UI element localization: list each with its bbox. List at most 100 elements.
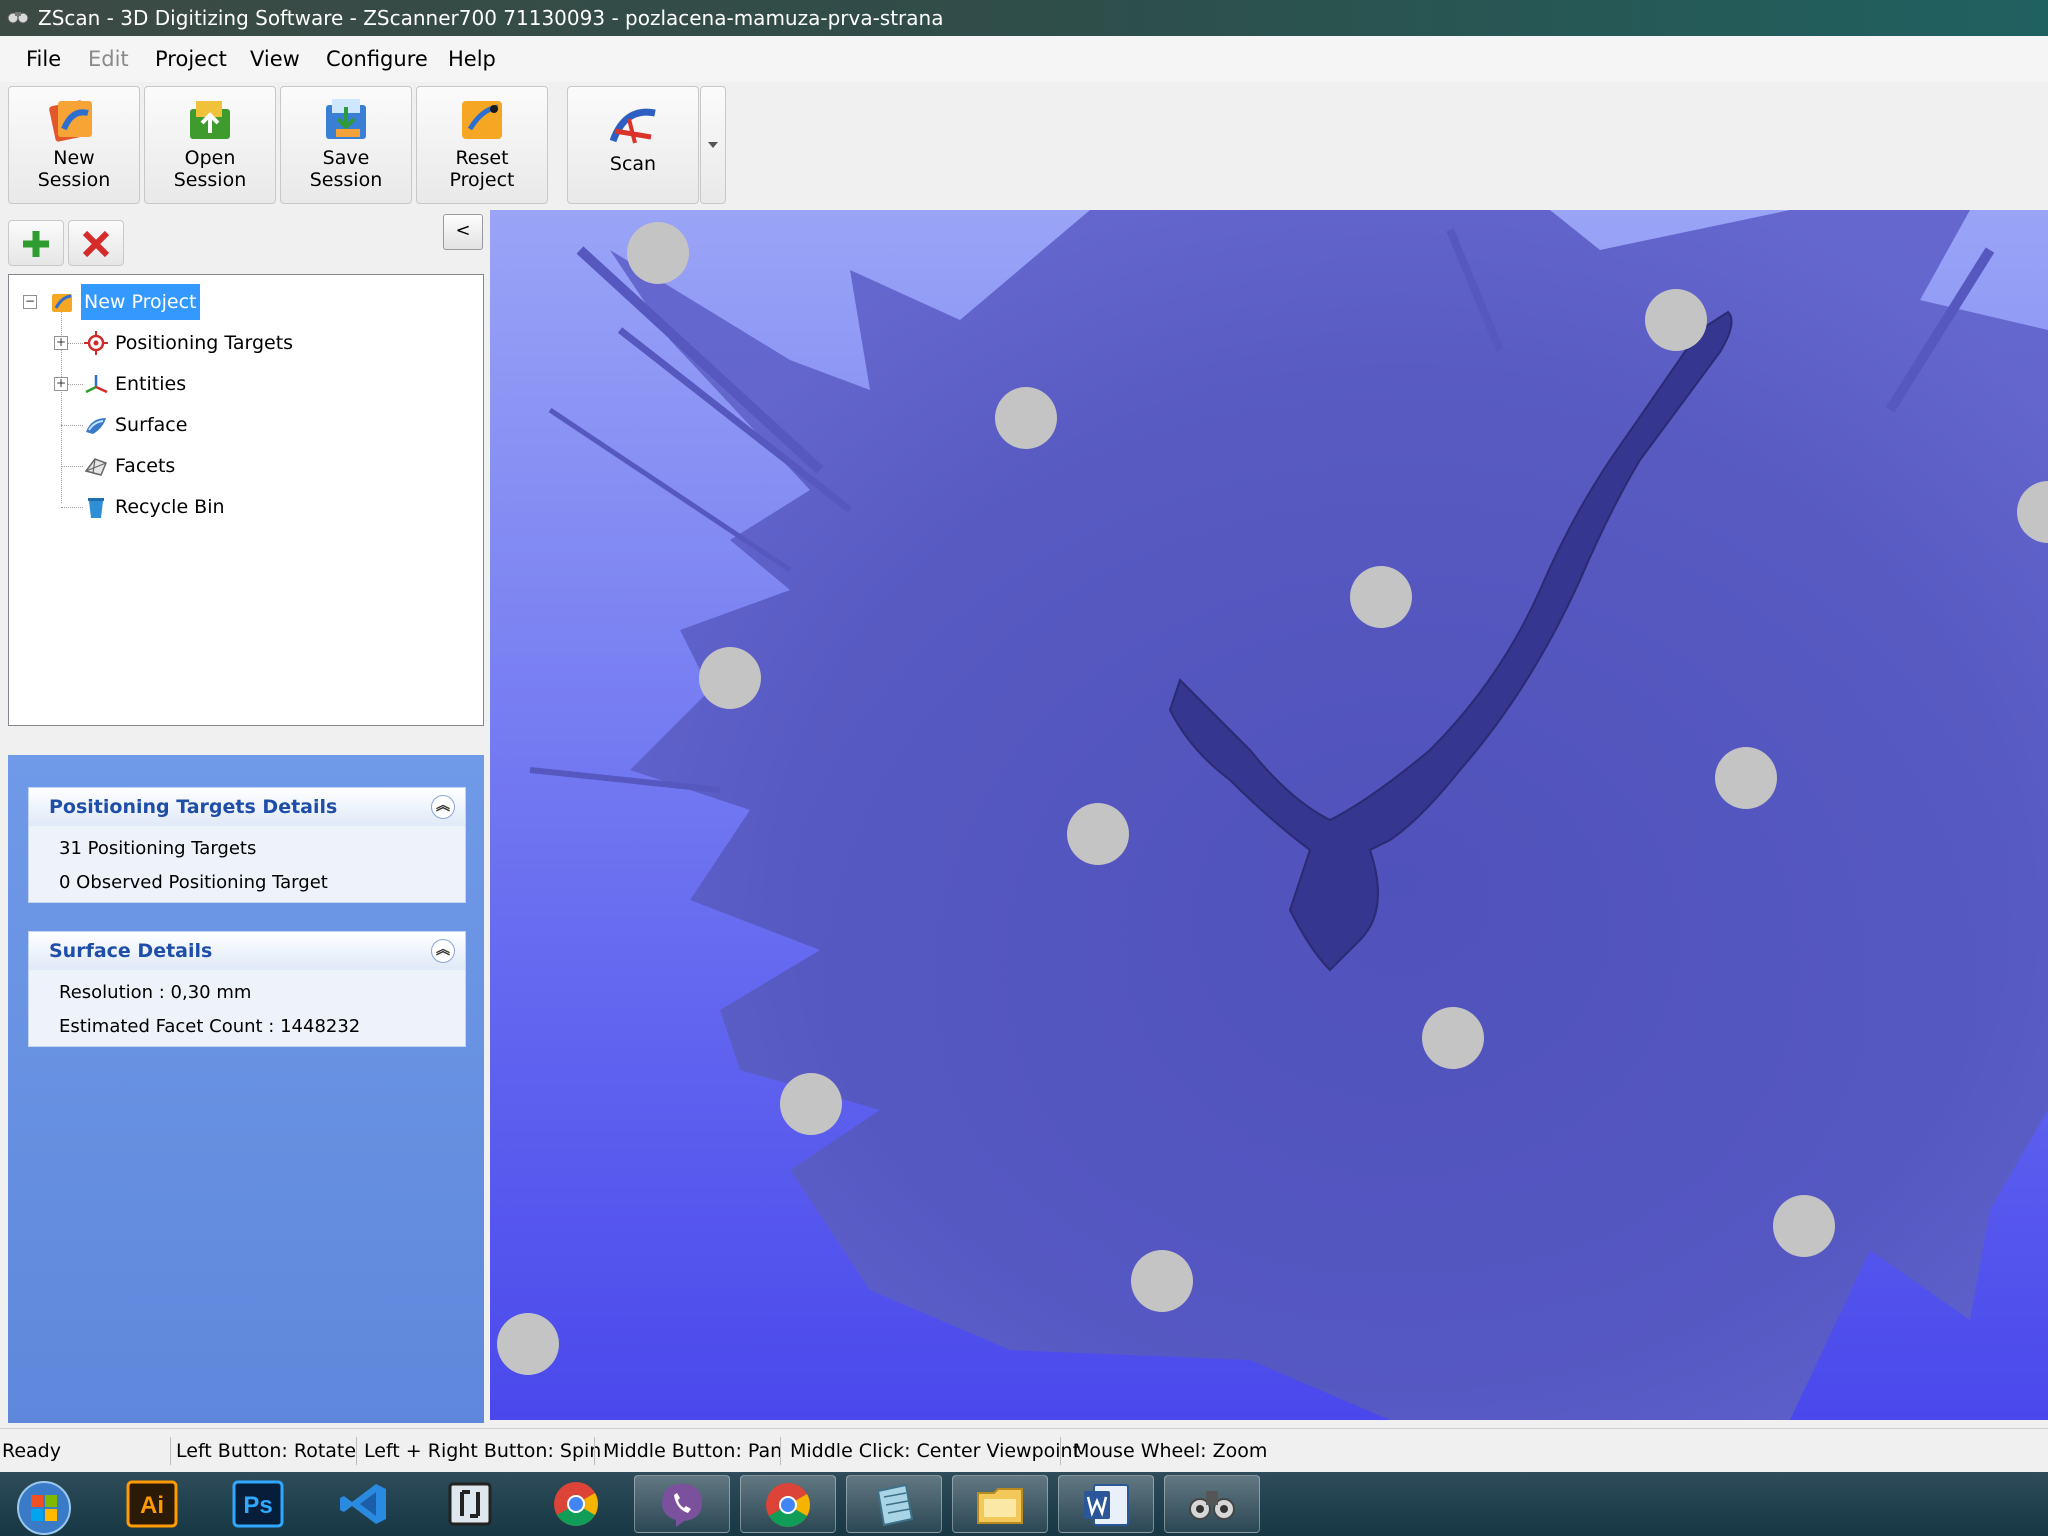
- estimated-facet-count: Estimated Facet Count : 1448232: [59, 1016, 361, 1037]
- menu-project[interactable]: Project: [155, 36, 227, 82]
- chevron-down-icon: [708, 142, 718, 148]
- expand-toggle-icon[interactable]: +: [54, 377, 68, 391]
- open-session-icon: [190, 101, 230, 139]
- axes-icon: [85, 375, 108, 394]
- title-bar: ZScan - 3D Digitizing Software - ZScanne…: [0, 0, 2048, 36]
- start-button[interactable]: [4, 1475, 84, 1535]
- positioning-details-header[interactable]: Positioning Targets Details ︽: [29, 788, 465, 826]
- tree-label-entities: Entities: [115, 373, 187, 395]
- positioning-target-dot: [1422, 1007, 1484, 1069]
- plus-icon: [23, 231, 49, 257]
- project-tree: − New Project + Positioning Targets + En…: [8, 274, 484, 726]
- surface-icon: [86, 418, 106, 434]
- positioning-target-dot: [699, 647, 761, 709]
- save-session-icon: [326, 99, 366, 139]
- tree-item-new-project[interactable]: − New Project: [9, 284, 479, 320]
- svg-text:Ai: Ai: [140, 1492, 164, 1519]
- facets-mesh-icon: [84, 458, 107, 476]
- notes-taskbar-button[interactable]: [846, 1475, 942, 1533]
- photoshop-taskbar-button[interactable]: Ps: [210, 1475, 306, 1533]
- zscan-taskbar-button[interactable]: [1164, 1475, 1260, 1533]
- project-icon: [52, 294, 72, 312]
- reset-project-button[interactable]: Reset Project: [416, 86, 548, 204]
- positioning-targets-count: 31 Positioning Targets: [59, 838, 257, 859]
- menu-help[interactable]: Help: [448, 36, 496, 82]
- scan-icon: [609, 108, 656, 144]
- notepad-icon: [876, 1483, 914, 1527]
- window-title: ZScan - 3D Digitizing Software - ZScanne…: [38, 6, 944, 30]
- bracket-app-icon: [448, 1482, 492, 1526]
- open-session-label: Open Session: [173, 147, 247, 191]
- positioning-target-dot: [1067, 803, 1129, 865]
- scan-render: [497, 210, 2048, 1420]
- chrome-window-taskbar-button[interactable]: [740, 1475, 836, 1533]
- positioning-target-dot: [627, 222, 689, 284]
- menu-view[interactable]: View: [250, 36, 300, 82]
- chrome-icon: [554, 1482, 598, 1526]
- expand-toggle-icon[interactable]: +: [54, 336, 68, 350]
- status-left-button: Left Button: Rotate: [176, 1440, 357, 1462]
- positioning-target-dot: [1350, 566, 1412, 628]
- tree-item-facets[interactable]: Facets: [9, 448, 479, 484]
- tree-item-positioning-targets[interactable]: + Positioning Targets: [9, 325, 479, 361]
- status-middle-click: Middle Click: Center Viewpoint: [790, 1440, 1081, 1462]
- vscode-icon: [340, 1484, 386, 1524]
- viber-taskbar-button[interactable]: [634, 1475, 730, 1533]
- windows-taskbar: Ai Ps: [0, 1472, 2048, 1536]
- positioning-target-dot: [1715, 747, 1777, 809]
- photoshop-icon: Ps: [232, 1480, 284, 1528]
- menu-file[interactable]: File: [26, 36, 61, 82]
- add-button[interactable]: [8, 220, 64, 266]
- delete-button[interactable]: [68, 220, 124, 266]
- surface-resolution: Resolution : 0,30 mm: [59, 982, 252, 1003]
- new-session-button[interactable]: New Session: [8, 86, 140, 204]
- illustrator-icon: Ai: [126, 1480, 178, 1528]
- new-session-icon: [49, 100, 92, 142]
- collapse-up-icon[interactable]: ︽: [431, 939, 455, 963]
- collapse-panel-button[interactable]: <: [443, 214, 483, 250]
- menu-edit[interactable]: Edit: [88, 36, 129, 82]
- new-session-label: New Session: [37, 147, 111, 191]
- details-area: Positioning Targets Details ︽ 31 Positio…: [8, 755, 484, 1423]
- tree-label-surface: Surface: [115, 414, 188, 436]
- illustrator-taskbar-button[interactable]: Ai: [104, 1475, 200, 1533]
- app-taskbar-button[interactable]: [422, 1475, 518, 1533]
- tree-item-recycle-bin[interactable]: Recycle Bin: [9, 489, 479, 525]
- viber-icon: [662, 1484, 702, 1527]
- surface-details: Surface Details ︽ Resolution : 0,30 mm E…: [28, 931, 466, 1047]
- collapse-toggle-icon[interactable]: −: [23, 295, 37, 309]
- zscan-scanner-icon: [1189, 1491, 1235, 1520]
- save-session-button[interactable]: Save Session: [280, 86, 412, 204]
- menu-configure[interactable]: Configure: [326, 36, 428, 82]
- status-left-right-button: Left + Right Button: Spin: [364, 1440, 602, 1462]
- tree-label-root: New Project: [81, 284, 200, 320]
- surface-details-header[interactable]: Surface Details ︽: [29, 932, 465, 970]
- 3d-viewport[interactable]: [490, 210, 2048, 1420]
- zscan-app-icon: [7, 12, 29, 24]
- vscode-taskbar-button[interactable]: [316, 1475, 412, 1533]
- reset-project-label: Reset Project: [449, 147, 515, 191]
- collapse-up-icon[interactable]: ︽: [431, 795, 455, 819]
- positioning-target-dot: [1773, 1195, 1835, 1257]
- positioning-target-dot: [1645, 289, 1707, 351]
- chrome-taskbar-button[interactable]: [528, 1475, 624, 1533]
- word-icon: [1084, 1484, 1129, 1526]
- save-session-label: Save Session: [309, 147, 383, 191]
- tree-item-surface[interactable]: Surface: [9, 407, 479, 443]
- toolbar-overflow-button[interactable]: [700, 86, 726, 204]
- tree-item-entities[interactable]: + Entities: [9, 366, 479, 402]
- open-session-button[interactable]: Open Session: [144, 86, 276, 204]
- crosshair-target-icon: [84, 331, 108, 355]
- tree-label-positioning-targets: Positioning Targets: [115, 332, 294, 354]
- positioning-target-dot: [995, 387, 1057, 449]
- tree-label-recycle-bin: Recycle Bin: [115, 496, 225, 518]
- project-panel: < − New Project + Positioning Targets + …: [0, 210, 490, 1425]
- svg-text:Ps: Ps: [243, 1492, 272, 1519]
- scan-button[interactable]: Scan: [567, 86, 699, 204]
- windows-start-icon: [17, 1481, 71, 1535]
- word-taskbar-button[interactable]: [1058, 1475, 1154, 1533]
- delete-icon: [82, 230, 110, 258]
- status-middle-button: Middle Button: Pan: [603, 1440, 783, 1462]
- explorer-taskbar-button[interactable]: [952, 1475, 1048, 1533]
- status-bar: Ready Left Button: Rotate Left + Right B…: [0, 1428, 2048, 1472]
